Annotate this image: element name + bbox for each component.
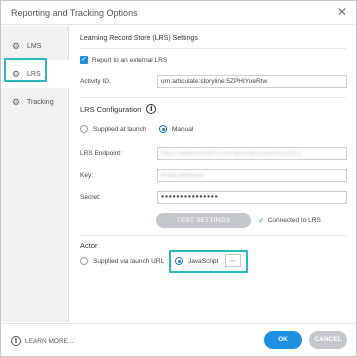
info-icon[interactable]: i (146, 104, 157, 114)
secret-label: Secret: (80, 194, 101, 201)
divider (80, 97, 346, 98)
supplied-via-url-label: Supplied via launch URL (93, 257, 165, 265)
radio-supplied-at-launch[interactable]: Supplied at launch (80, 125, 147, 133)
sidebar-item-tracking[interactable]: ⚙ Tracking (1, 88, 69, 116)
report-lrs-label: Report to an external LRS (92, 56, 168, 64)
sidebar-item-label: LMS (27, 42, 42, 50)
test-settings-button[interactable]: TEST SETTINGS (156, 213, 251, 228)
connection-status: ✓ Connected to LRS (258, 216, 321, 225)
connected-label: Connected to LRS (267, 217, 321, 224)
sidebar-item-label: Tracking (27, 98, 54, 106)
checkmark-icon: ✓ (80, 56, 88, 64)
endpoint-value: https://watershedlrs.com/api/organizatio… (161, 150, 302, 157)
divider (80, 48, 346, 49)
check-icon: ✓ (258, 216, 265, 225)
radio-supplied-via-url[interactable]: Supplied via launch URL (80, 257, 164, 265)
radio-on-icon (159, 125, 167, 133)
radio-off-icon (80, 257, 88, 265)
cancel-button[interactable]: CANCEL (309, 331, 347, 349)
lrs-highlight-box (4, 58, 47, 82)
secret-field[interactable]: ●●●●●●●●●●●●●●● (157, 191, 347, 204)
report-lrs-checkbox[interactable]: ✓ Report to an external LRS (80, 56, 167, 64)
dialog-title: Reporting and Tracking Options (11, 7, 138, 18)
activity-id-label: Activity ID: (80, 78, 111, 85)
javascript-label: JavaScript (188, 257, 219, 265)
divider (80, 235, 346, 236)
info-icon: i (11, 336, 21, 346)
javascript-edit-button[interactable]: ... (225, 254, 241, 267)
actor-heading: Actor (80, 241, 98, 250)
radio-manual[interactable]: Manual (159, 125, 193, 133)
endpoint-label: LRS Endpoint: (80, 150, 122, 157)
reporting-dialog: Reporting and Tracking Options ✕ ⚙ LMS ⚙… (0, 0, 357, 357)
lrs-settings-heading: Learning Record Store (LRS) Settings (80, 35, 198, 42)
supplied-at-launch-label: Supplied at launch (93, 125, 147, 133)
lrs-config-heading-row: LRS Configuration i (80, 104, 157, 114)
dialog-footer: i LEARN MORE... OK CANCEL (1, 323, 356, 357)
lrs-endpoint-field[interactable]: https://watershedlrs.com/api/organizatio… (157, 147, 347, 160)
activity-id-field[interactable]: urn:articulate:storyline:5ZPHIYueRtw (157, 75, 347, 88)
gear-icon: ⚙ (12, 40, 21, 51)
title-bar: Reporting and Tracking Options ✕ (1, 1, 356, 25)
key-label: Key: (80, 172, 94, 179)
learn-more-link[interactable]: i LEARN MORE... (11, 336, 73, 346)
lrs-config-heading: LRS Configuration (80, 104, 142, 114)
sidebar-item-lms[interactable]: ⚙ LMS (1, 32, 69, 60)
radio-off-icon (80, 125, 88, 133)
radio-on-icon (175, 257, 183, 265)
key-field[interactable]: 6aa61d6ebeab (157, 169, 347, 182)
radio-javascript[interactable]: JavaScript (175, 257, 218, 265)
gear-icon: ⚙ (12, 96, 21, 107)
manual-label: Manual (172, 125, 194, 133)
ok-button[interactable]: OK (264, 331, 302, 349)
key-value: 6aa61d6ebeab (161, 172, 205, 179)
close-icon[interactable]: ✕ (337, 6, 347, 18)
learn-more-label: LEARN MORE... (25, 337, 74, 345)
